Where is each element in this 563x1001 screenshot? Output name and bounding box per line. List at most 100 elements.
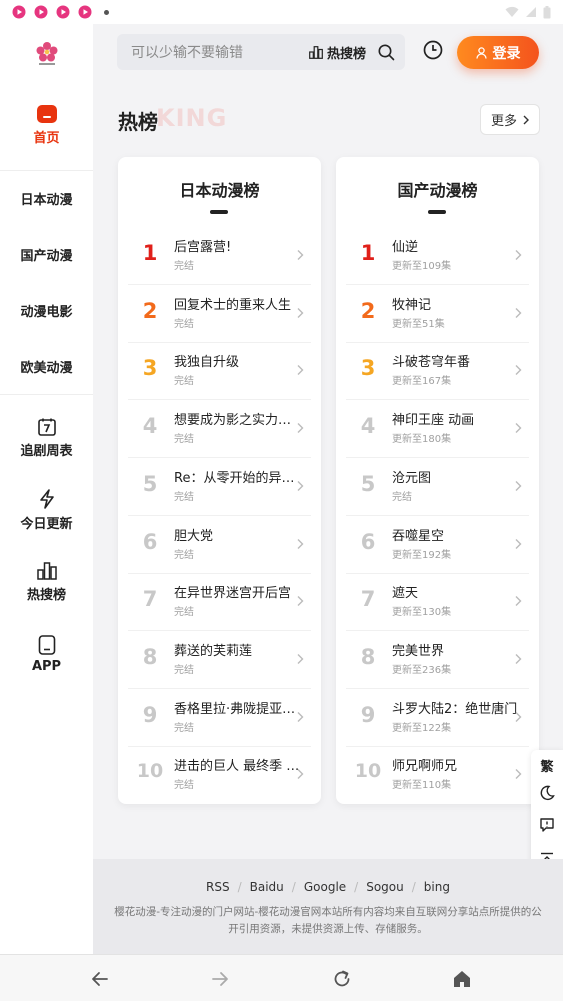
rank-status: 更新至192集 — [392, 549, 452, 561]
rank-row[interactable]: 8 葬送的芙莉莲 完结 — [128, 631, 311, 689]
rank-row[interactable]: 7 在异世界迷宫开后宫 完结 — [128, 573, 311, 632]
search-bar[interactable]: 可以少输不要输错 热搜榜 — [117, 34, 405, 70]
footer-link-baidu[interactable]: Baidu — [250, 880, 284, 894]
rank-title[interactable]: 我独自升级 — [174, 351, 302, 370]
chevron-right-icon — [515, 538, 522, 549]
dark-mode-toggle[interactable] — [531, 778, 563, 808]
sidebar-item-app[interactable]: APP — [0, 624, 93, 684]
rank-title[interactable]: 后宫露营! — [174, 236, 302, 255]
rank-status: 更新至51集 — [392, 318, 445, 330]
rank-title[interactable]: 香格里拉·弗陇提亚~… — [174, 698, 302, 717]
footer-link-rss[interactable]: RSS — [206, 880, 230, 894]
sidebar-item-weekly-schedule[interactable]: 追剧周表 — [0, 408, 93, 468]
rank-title[interactable]: 吞噬星空 — [392, 525, 520, 544]
rank-title[interactable]: 斗罗大陆2：绝世唐门 — [392, 698, 520, 717]
sidebar: 首页 日本动漫 国产动漫 动漫电影 欧美动漫 追剧周表 今日更新 热搜榜 APP — [0, 24, 93, 954]
logo[interactable] — [0, 24, 93, 83]
play-icon — [78, 5, 92, 19]
footer-link-google[interactable]: Google — [304, 880, 346, 894]
sidebar-item-western-anime[interactable]: 欧美动漫 — [0, 338, 93, 394]
rank-status: 完结 — [174, 376, 194, 388]
rank-row[interactable]: 3 斗破苍穹年番 更新至167集 — [346, 342, 529, 401]
rank-row[interactable]: 4 神印王座 动画 更新至180集 — [346, 400, 529, 459]
card-title: 国产动漫榜 — [397, 181, 478, 200]
traditional-chinese-toggle[interactable]: 繁 — [531, 750, 563, 780]
rank-title[interactable]: 进击的巨人 最终季 P… — [174, 755, 302, 774]
rank-row[interactable]: 5 Re：从零开始的异世… 完结 — [128, 458, 311, 516]
rank-title[interactable]: 想要成为影之实力者… — [174, 409, 302, 428]
rank-row[interactable]: 1 后宫露营! 完结 — [128, 227, 311, 285]
rank-title[interactable]: 胆大党 — [174, 525, 302, 544]
hot-search-link[interactable]: 热搜榜 — [309, 43, 366, 62]
rank-row[interactable]: 6 吞噬星空更新至192集 — [346, 516, 529, 574]
sidebar-item-hot-search[interactable]: 热搜榜 — [0, 552, 93, 612]
sidebar-item-today-updates[interactable]: 今日更新 — [0, 480, 93, 540]
rank-row[interactable]: 2 回复术士的重来人生 完结 — [128, 285, 311, 343]
rank-row[interactable]: 9 斗罗大陆2：绝世唐门更新至122集 — [346, 689, 529, 747]
sidebar-item-home[interactable]: 首页 — [0, 92, 93, 158]
calendar-icon — [37, 418, 56, 436]
rank-status: 完结 — [174, 780, 194, 792]
rank-title[interactable]: 沧元图 — [392, 467, 520, 486]
phone-icon — [38, 634, 55, 655]
rank-title[interactable]: 神印王座 动画 — [392, 409, 520, 428]
rank-row[interactable]: 4 想要成为影之实力者… 完结 — [128, 400, 311, 459]
rank-title[interactable]: 葬送的芙莉莲 — [174, 640, 302, 659]
rank-title[interactable]: 遮天 — [392, 582, 520, 601]
chart-icon — [36, 561, 57, 580]
rank-number: 6 — [142, 529, 158, 554]
feedback-icon — [540, 818, 554, 832]
footer-link-bing[interactable]: bing — [424, 880, 450, 894]
rank-number: 9 — [360, 702, 376, 727]
rank-title[interactable]: 师兄啊师兄 — [392, 755, 520, 774]
back-arrow-icon[interactable] — [89, 968, 111, 990]
home-icon — [36, 104, 57, 123]
sidebar-item-japanese-anime[interactable]: 日本动漫 — [0, 170, 93, 226]
rank-row[interactable]: 6 胆大党 完结 — [128, 516, 311, 574]
footer-link-sogou[interactable]: Sogou — [366, 880, 404, 894]
home-icon[interactable] — [451, 968, 473, 990]
rank-number: 6 — [360, 529, 376, 554]
login-button[interactable]: 登录 — [457, 36, 539, 69]
rank-row[interactable]: 8 完美世界 更新至236集 — [346, 631, 529, 689]
sidebar-item-chinese-anime[interactable]: 国产动漫 — [0, 226, 93, 282]
rank-status: 完结 — [174, 722, 194, 734]
refresh-icon[interactable] — [331, 968, 353, 990]
rank-row[interactable]: 1 仙逆 更新至109集 — [346, 227, 529, 285]
rank-status: 完结 — [174, 434, 194, 446]
feedback-button[interactable] — [531, 810, 563, 840]
chevron-right-icon — [515, 250, 522, 260]
chevron-right-icon — [297, 365, 304, 376]
rank-number: 10 — [136, 760, 164, 783]
browser-bottom-bar — [0, 954, 563, 1001]
rank-number: 4 — [142, 414, 158, 439]
rank-row[interactable]: 7 遮天 更新至130集 — [346, 573, 529, 632]
rank-title[interactable]: Re：从零开始的异世… — [174, 467, 302, 486]
sidebar-item-anime-movies[interactable]: 动漫电影 — [0, 282, 93, 338]
login-label: 登录 — [492, 45, 521, 62]
rank-title[interactable]: 仙逆 — [392, 236, 520, 255]
rank-row[interactable]: 3 我独自升级 完结 — [128, 342, 311, 401]
more-button[interactable]: 更多 — [479, 104, 540, 135]
rank-title[interactable]: 在异世界迷宫开后宫 — [174, 582, 302, 601]
rank-title[interactable]: 回复术士的重来人生 — [174, 294, 302, 313]
chevron-right-icon — [515, 423, 522, 434]
chevron-right-icon — [297, 423, 304, 434]
rank-number: 3 — [360, 356, 376, 381]
history-icon[interactable] — [422, 39, 444, 61]
rank-status: 更新至122集 — [392, 722, 452, 734]
rank-title[interactable]: 完美世界 — [392, 640, 520, 659]
rank-number: 1 — [142, 241, 158, 265]
rank-title[interactable]: 牧神记 — [392, 294, 520, 313]
search-icon[interactable] — [378, 44, 395, 61]
rank-title[interactable]: 斗破苍穹年番 — [392, 351, 520, 370]
rank-row[interactable]: 2 牧神记 更新至51集 — [346, 285, 529, 343]
sidebar-item-label: 欧美动漫 — [20, 360, 73, 376]
rank-status: 完结 — [174, 607, 194, 619]
rank-row[interactable]: 5 沧元图 完结 — [346, 458, 529, 516]
rank-row[interactable]: 9 香格里拉·弗陇提亚~… 完结 — [128, 689, 311, 747]
rank-row[interactable]: 10 进击的巨人 最终季 P… 完结 — [128, 746, 311, 804]
forward-arrow-icon[interactable] — [209, 968, 231, 990]
rank-row[interactable]: 10 师兄啊师兄 更新至110集 — [346, 746, 529, 804]
search-input[interactable]: 可以少输不要输错 — [131, 42, 309, 62]
